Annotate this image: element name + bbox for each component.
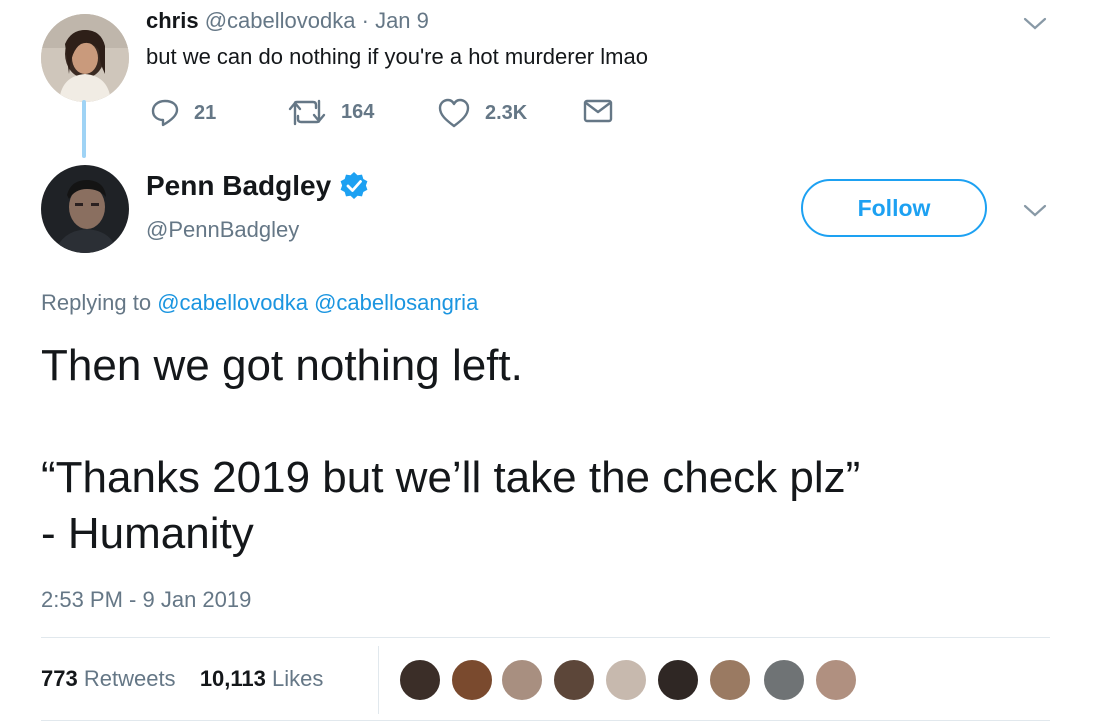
chevron-down-icon[interactable] [1022, 203, 1048, 219]
replying-prefix: Replying to [41, 290, 152, 315]
author-name-row: Penn Badgley [146, 170, 369, 202]
author-handle[interactable]: @PennBadgley [146, 217, 299, 243]
reply-action[interactable]: 21 [150, 98, 216, 128]
retweet-action[interactable]: 164 [287, 98, 374, 126]
mention-link[interactable]: @cabellovodka [157, 290, 308, 315]
prev-separator: · [361, 8, 369, 33]
liker-avatar[interactable] [762, 658, 806, 702]
like-icon [438, 98, 470, 128]
mention-link[interactable]: @cabellosangria [314, 290, 478, 315]
verified-badge-icon [340, 172, 368, 199]
dm-icon [583, 99, 613, 123]
liker-avatar[interactable] [500, 658, 544, 702]
prev-tweet-header: chris @cabellovodka · Jan 9 [146, 8, 429, 34]
reply-count: 21 [194, 101, 217, 124]
dm-action[interactable] [583, 98, 613, 124]
liker-avatar[interactable] [708, 658, 752, 702]
liker-avatar[interactable] [398, 658, 442, 702]
thread-line [82, 100, 86, 158]
follow-button[interactable]: Follow [801, 179, 987, 237]
prev-author-handle[interactable]: @cabellovodka [205, 8, 356, 33]
retweets-label: Retweets [83, 666, 176, 691]
likes-label: Likes [272, 666, 324, 691]
liker-avatar[interactable] [656, 658, 700, 702]
retweets-stat[interactable]: 773 Retweets [41, 666, 182, 691]
author-name[interactable]: Penn Badgley [146, 170, 331, 202]
chris-avatar[interactable] [41, 14, 129, 102]
liker-avatar[interactable] [450, 658, 494, 702]
prev-date[interactable]: Jan 9 [375, 8, 429, 33]
prev-tweet-text: but we can do nothing if you're a hot mu… [146, 44, 648, 69]
retweets-total: 773 [41, 666, 78, 691]
likes-stat[interactable]: 10,113 Likes [200, 666, 324, 691]
author-avatar[interactable] [41, 165, 129, 253]
prev-author-name[interactable]: chris [146, 8, 199, 33]
reply-icon [151, 99, 179, 127]
liker-avatar[interactable] [604, 658, 648, 702]
retweet-count: 164 [341, 100, 375, 123]
tweet-text: Then we got nothing left. “Thanks 2019 b… [41, 341, 861, 558]
like-action[interactable]: 2.3K [437, 98, 527, 128]
tweet-timestamp[interactable]: 2:53 PM - 9 Jan 2019 [41, 587, 251, 613]
divider [41, 637, 1050, 638]
chevron-down-icon[interactable] [1022, 16, 1048, 32]
retweet-icon [288, 99, 326, 126]
tweet-stats: 773 Retweets 10,113 Likes [41, 666, 323, 692]
liker-avatar[interactable] [552, 658, 596, 702]
stats-separator [378, 646, 379, 714]
like-count: 2.3K [485, 101, 528, 124]
likes-total: 10,113 [199, 666, 266, 691]
liker-avatar[interactable] [814, 658, 858, 702]
replying-to: Replying to @cabellovodka @cabellosangri… [41, 290, 478, 316]
divider [41, 720, 1050, 721]
